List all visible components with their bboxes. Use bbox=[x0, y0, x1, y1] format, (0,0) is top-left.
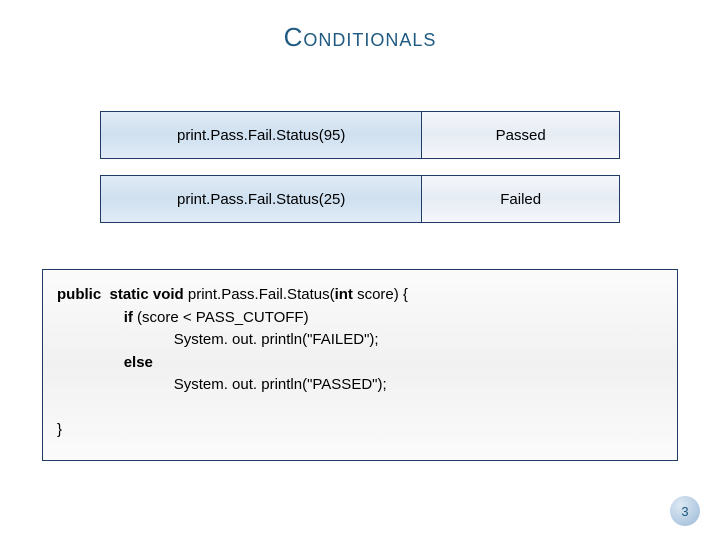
keyword: else bbox=[124, 354, 153, 371]
examples-table: print.Pass.Fail.Status(95) Passed print.… bbox=[100, 111, 620, 223]
keyword: public static void bbox=[57, 286, 188, 303]
keyword: if bbox=[124, 309, 137, 326]
method-name: print.Pass.Fail.Status( bbox=[188, 286, 335, 303]
code-text: System. out. println("FAILED"); bbox=[174, 331, 379, 348]
slide: Conditionals print.Pass.Fail.Status(95) … bbox=[0, 0, 720, 540]
code-line: else bbox=[57, 352, 663, 375]
code-line: if (score < PASS_CUTOFF) bbox=[57, 307, 663, 330]
code-line: } bbox=[57, 419, 663, 442]
table-row: print.Pass.Fail.Status(25) Failed bbox=[100, 175, 620, 223]
code-line: System. out. println("PASSED"); bbox=[57, 374, 663, 397]
code-line: public static void print.Pass.Fail.Statu… bbox=[57, 284, 663, 307]
page-number: 3 bbox=[681, 504, 688, 519]
slide-title: Conditionals bbox=[36, 22, 684, 53]
code-block: public static void print.Pass.Fail.Statu… bbox=[42, 269, 678, 461]
code-text: (score < PASS_CUTOFF) bbox=[137, 309, 309, 326]
page-number-badge: 3 bbox=[670, 496, 700, 526]
example-result: Passed bbox=[422, 111, 620, 159]
example-call: print.Pass.Fail.Status(25) bbox=[100, 175, 422, 223]
example-result: Failed bbox=[422, 175, 620, 223]
code-line: System. out. println("FAILED"); bbox=[57, 329, 663, 352]
code-line bbox=[57, 397, 663, 420]
table-row: print.Pass.Fail.Status(95) Passed bbox=[100, 111, 620, 159]
code-text: score) { bbox=[357, 286, 408, 303]
example-call: print.Pass.Fail.Status(95) bbox=[100, 111, 422, 159]
keyword: int bbox=[335, 286, 358, 303]
code-text: System. out. println("PASSED"); bbox=[174, 376, 387, 393]
